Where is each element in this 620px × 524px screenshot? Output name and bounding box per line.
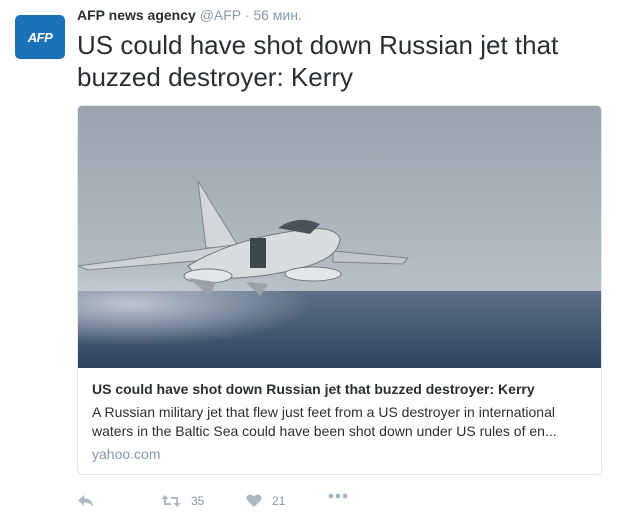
- author-name[interactable]: AFP news agency: [77, 7, 196, 23]
- heart-icon: [246, 494, 262, 507]
- like-count: 21: [272, 493, 286, 508]
- retweet-icon: [161, 495, 181, 507]
- card-title[interactable]: US could have shot down Russian jet that…: [92, 381, 535, 397]
- reply-icon: [78, 495, 93, 507]
- tweet-text: US could have shot down Russian jet that…: [77, 30, 559, 92]
- more-button[interactable]: [328, 493, 348, 499]
- card-description: A Russian military jet that flew just fe…: [92, 404, 557, 439]
- separator: ·: [244, 7, 250, 23]
- card-domain[interactable]: yahoo.com: [92, 446, 160, 462]
- avatar[interactable]: AFP: [15, 15, 65, 59]
- avatar-logo: AFP: [27, 29, 53, 45]
- like-button[interactable]: 21: [246, 493, 285, 508]
- timestamp[interactable]: 56 мин.: [253, 7, 302, 23]
- tweet-header: AFP news agency @AFP · 56 мин.: [77, 7, 302, 23]
- tweet: AFP AFP news agency @AFP · 56 мин. US co…: [0, 0, 620, 524]
- reply-button[interactable]: [77, 493, 95, 509]
- retweet-button[interactable]: 35: [161, 493, 204, 509]
- card-image[interactable]: [78, 106, 601, 368]
- retweet-count: 35: [191, 494, 205, 508]
- author-handle[interactable]: @AFP: [200, 7, 241, 23]
- link-card[interactable]: US could have shot down Russian jet that…: [77, 105, 602, 475]
- more-icon: [328, 493, 348, 499]
